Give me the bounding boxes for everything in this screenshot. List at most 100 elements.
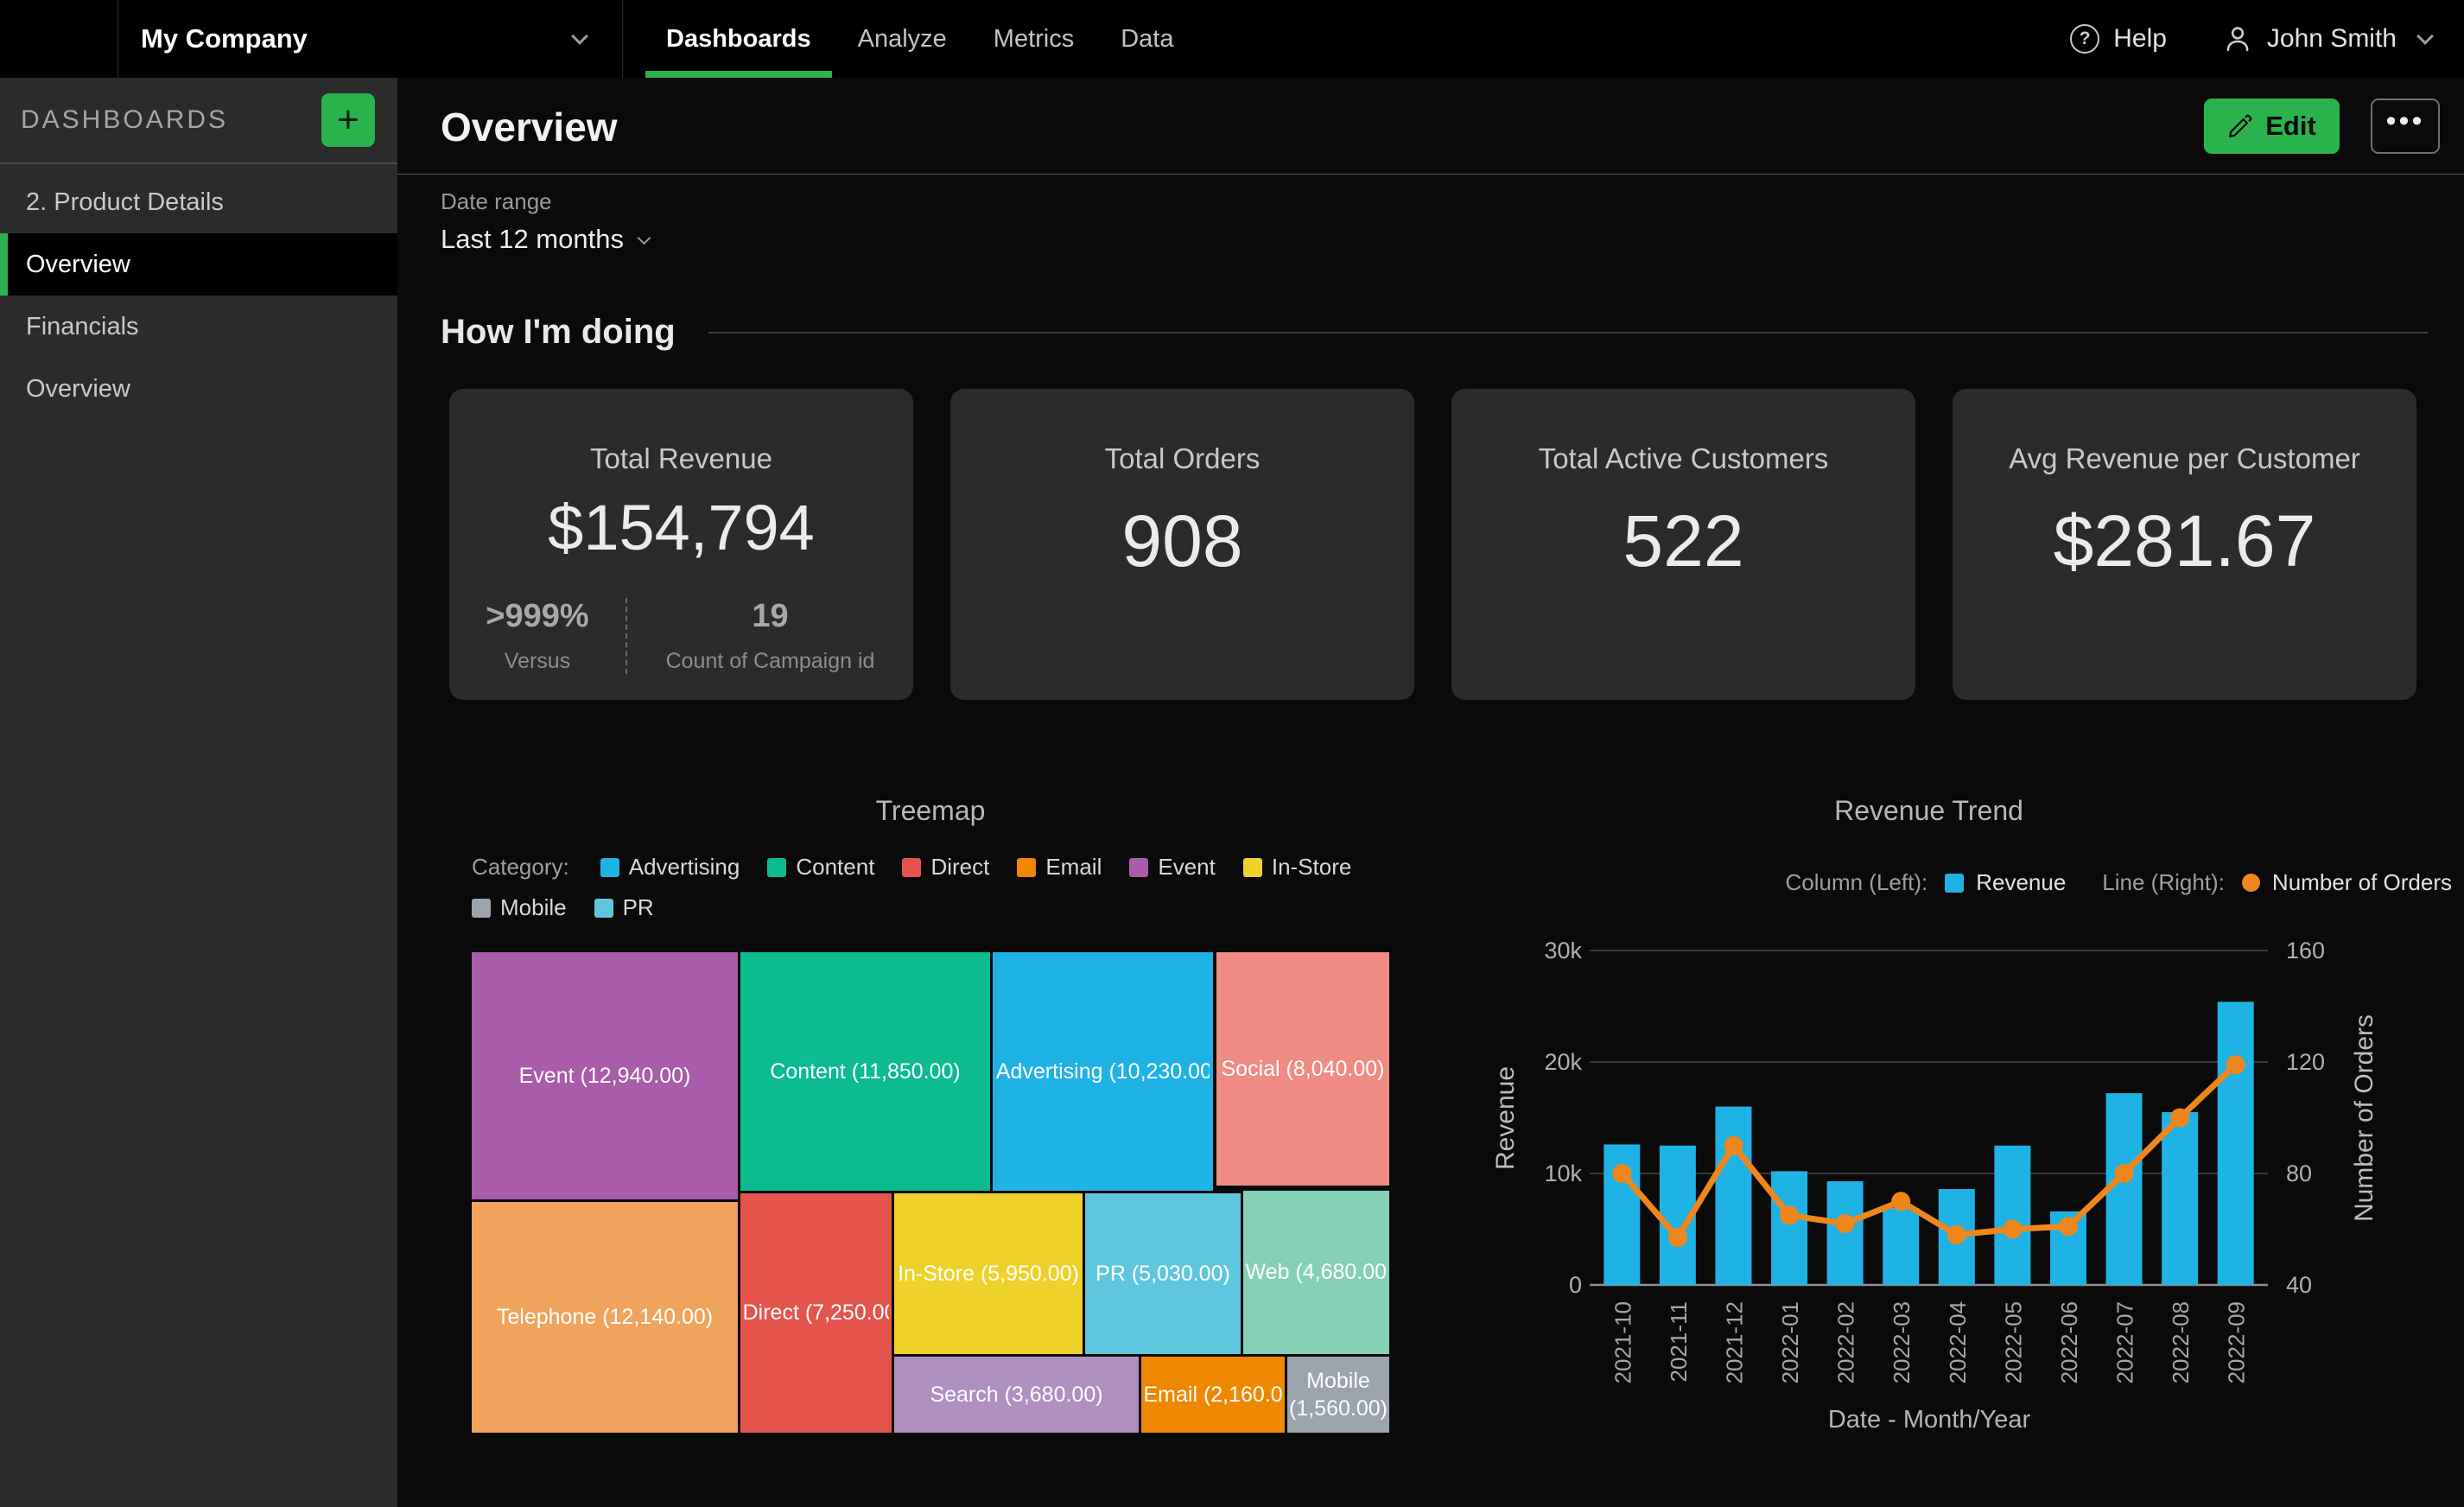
legend-item-revenue[interactable]: Column (Left): Revenue	[1785, 869, 2066, 896]
topbar-right: ? Help John Smith	[2070, 0, 2464, 78]
legend-column-series: Revenue	[1976, 869, 2066, 896]
legend-item-event[interactable]: Event	[1129, 854, 1216, 881]
logo-area[interactable]	[0, 0, 118, 78]
sidebar-item-list: 2. Product DetailsOverviewFinancialsOver…	[0, 164, 397, 420]
revenue-bar	[1771, 1171, 1807, 1285]
treemap-box-label: Event (12,940.00)	[519, 1064, 691, 1089]
x-axis-tick: 2022-05	[2000, 1301, 2026, 1383]
right-axis-tick: 80	[2286, 1160, 2312, 1186]
legend-item-orders[interactable]: Line (Right): Number of Orders	[2102, 869, 2452, 896]
legend-line-label: Line (Right):	[2102, 869, 2225, 896]
section-divider	[708, 332, 2428, 334]
orders-marker	[1668, 1228, 1687, 1247]
right-axis-tick: 40	[2286, 1272, 2312, 1298]
treemap-box-content[interactable]: Content (11,850.00)	[740, 952, 990, 1191]
section-title: How I'm doing	[441, 313, 676, 352]
tab-metrics[interactable]: Metrics	[990, 0, 1077, 78]
workspace-switcher[interactable]: My Company	[118, 0, 623, 78]
more-options-button[interactable]: •••	[2371, 99, 2440, 154]
treemap-box-telephone[interactable]: Telephone (12,140.00)	[472, 1202, 738, 1433]
legend-item-content[interactable]: Content	[767, 854, 874, 881]
kpi-card-3[interactable]: Avg Revenue per Customer $281.67	[1953, 389, 2416, 700]
orders-marker	[1947, 1225, 1966, 1244]
x-axis-tick: 2022-02	[1833, 1301, 1859, 1383]
legend-swatch-icon	[1243, 858, 1262, 877]
kpi-card-0[interactable]: Total Revenue$154,794>999%Versus19Count …	[449, 389, 913, 700]
treemap-box-search[interactable]: Search (3,680.00)	[894, 1357, 1139, 1433]
treemap-box-event[interactable]: Event (12,940.00)	[472, 952, 738, 1199]
user-menu[interactable]: John Smith	[2222, 23, 2431, 54]
treemap-box-social[interactable]: Social (8,040.00)	[1216, 952, 1389, 1186]
kpi-card-1[interactable]: Total Orders908	[950, 389, 1414, 700]
revenue-trend-title: Revenue Trend	[1469, 795, 2389, 827]
kpi-compare-label: Versus	[449, 649, 626, 674]
treemap-legend-title: Category:	[472, 854, 569, 881]
add-dashboard-button[interactable]: +	[321, 93, 375, 147]
revenue-bar	[2218, 1001, 2254, 1285]
orders-marker	[2003, 1220, 2022, 1239]
kpi-card-row: Total Revenue$154,794>999%Versus19Count …	[449, 389, 2416, 700]
kpi-title: Avg Revenue per Customer	[1953, 442, 2416, 475]
sidebar-item-2[interactable]: Financials	[0, 296, 397, 358]
treemap-box-web[interactable]: Web (4,680.00)	[1243, 1191, 1389, 1354]
revenue-bar	[1883, 1208, 1919, 1285]
sidebar-item-1[interactable]: Overview	[0, 233, 397, 296]
legend-item-pr[interactable]: PR	[594, 894, 654, 921]
treemap-box-label: Search (3,680.00)	[930, 1383, 1102, 1408]
kpi-compare-label: Count of Campaign id	[627, 649, 913, 674]
date-range-select[interactable]: Last 12 months	[441, 224, 649, 255]
legend-item-mobile[interactable]: Mobile	[472, 894, 567, 921]
treemap-box-label: Email (2,160.0…	[1143, 1383, 1282, 1408]
legend-swatch-icon	[1017, 858, 1036, 877]
legend-item-email[interactable]: Email	[1017, 854, 1102, 881]
legend-item-label: In-Store	[1272, 854, 1352, 881]
date-range-label: Date range	[441, 188, 649, 215]
x-axis-tick: 2022-07	[2112, 1301, 2138, 1383]
chevron-down-icon	[571, 28, 588, 45]
kpi-compare-value: 19	[627, 598, 913, 635]
user-icon	[2222, 23, 2253, 54]
orders-marker	[1891, 1192, 1910, 1211]
edit-button[interactable]: Edit	[2204, 99, 2340, 154]
kpi-compare-right: 19 Count of Campaign id	[627, 598, 913, 674]
treemap-box-pr[interactable]: PR (5,030.00)	[1085, 1193, 1241, 1354]
legend-item-advertising[interactable]: Advertising	[600, 854, 740, 881]
orders-marker	[2226, 1055, 2245, 1074]
tab-analyze[interactable]: Analyze	[854, 0, 950, 78]
kpi-value: $281.67	[1953, 499, 2416, 583]
chevron-down-icon	[638, 231, 651, 245]
date-range-value: Last 12 months	[441, 224, 624, 255]
section-header: How I'm doing	[441, 313, 2428, 352]
orders-marker	[1724, 1136, 1743, 1155]
kpi-card-2[interactable]: Total Active Customers522	[1451, 389, 1915, 700]
sidebar-item-3[interactable]: Overview	[0, 358, 397, 420]
legend-item-label: Direct	[930, 854, 989, 881]
legend-item-label: Mobile	[500, 894, 567, 921]
treemap-box-direct[interactable]: Direct (7,250.00)	[740, 1193, 892, 1433]
x-axis-tick: 2022-01	[1777, 1301, 1803, 1383]
sidebar-header: DASHBOARDS +	[0, 78, 397, 164]
legend-item-label: Advertising	[629, 854, 740, 881]
treemap-box-email[interactable]: Email (2,160.0…	[1141, 1357, 1285, 1433]
treemap-box-label: Direct (7,250.00)	[743, 1300, 890, 1326]
legend-item-direct[interactable]: Direct	[902, 854, 989, 881]
orders-marker	[1612, 1164, 1631, 1183]
treemap-box-mobile[interactable]: Mobile (1,560.00)	[1287, 1357, 1389, 1433]
legend-item-in-store[interactable]: In-Store	[1243, 854, 1352, 881]
main-nav-tabs: Dashboards Analyze Metrics Data	[663, 0, 1178, 78]
legend-column-label: Column (Left):	[1785, 869, 1927, 896]
treemap-box-advertising[interactable]: Advertising (10,230.00)	[993, 952, 1213, 1191]
treemap-box-label: Mobile (1,560.00)	[1289, 1367, 1388, 1423]
tab-data[interactable]: Data	[1117, 0, 1177, 78]
tab-dashboards[interactable]: Dashboards	[663, 0, 815, 78]
left-axis-tick: 20k	[1544, 1049, 1582, 1075]
revenue-bar	[1715, 1107, 1751, 1285]
help-menu[interactable]: ? Help	[2070, 24, 2167, 54]
treemap-box-in-store[interactable]: In-Store (5,950.00)	[894, 1193, 1083, 1354]
legend-swatch-icon	[1129, 858, 1148, 877]
sidebar-item-0[interactable]: 2. Product Details	[0, 171, 397, 233]
help-icon: ?	[2070, 24, 2099, 54]
legend-swatch-icon	[594, 899, 613, 918]
x-axis-tick: 2021-10	[1610, 1301, 1635, 1383]
orders-marker	[2059, 1217, 2078, 1236]
